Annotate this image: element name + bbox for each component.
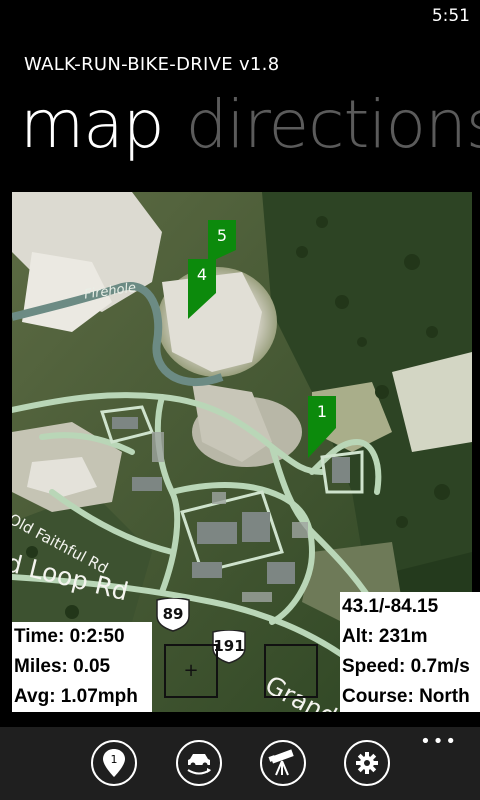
car-route-icon [187, 754, 211, 775]
route-shield-89-label: 89 [162, 605, 184, 623]
gps-speed: Speed: 0.7m/s [342, 656, 470, 677]
app-bar: ••• 1 [0, 727, 480, 800]
trip-stats-panel: Time: 0:2:50 Miles: 0.05 Avg: 1.07mph [12, 622, 152, 712]
waypoint-pin-4[interactable]: 4 [188, 259, 216, 319]
add-waypoint-button[interactable]: 1 [91, 740, 137, 786]
app-title: WALK-RUN-BIKE-DRIVE v1.8 [24, 54, 280, 75]
pivot-tab-directions[interactable]: directions [186, 86, 480, 163]
zoom-out-button[interactable] [264, 644, 318, 698]
drive-route-button[interactable] [176, 740, 222, 786]
pin-icon: 1 [103, 749, 125, 777]
waypoint-pin-1[interactable]: 1 [308, 396, 336, 458]
gps-altitude: Alt: 231m [342, 626, 428, 647]
gps-stats-panel: 43.1/-84.15 Alt: 231m Speed: 0.7m/s Cour… [340, 592, 480, 712]
status-time: 5:51 [431, 6, 470, 26]
trip-miles: Miles: 0.05 [14, 656, 111, 677]
waypoint-pin-4-label: 4 [196, 265, 208, 284]
telescope-icon [268, 749, 294, 776]
gps-coordinates: 43.1/-84.15 [342, 596, 439, 617]
pivot-tab-map[interactable]: map [20, 86, 165, 163]
trip-avg-speed: Avg: 1.07mph [14, 686, 138, 707]
pivot-header: map directions [20, 86, 480, 163]
pin-icon-number: 1 [111, 753, 118, 766]
trip-time: Time: 0:2:50 [14, 626, 125, 647]
waypoint-pin-5[interactable]: 5 [208, 220, 236, 262]
route-shield-89: 89 [154, 598, 192, 632]
gps-course: Course: North [342, 686, 470, 707]
waypoint-pin-1-label: 1 [316, 402, 328, 421]
plus-icon: + [183, 660, 199, 681]
zoom-in-button[interactable]: + [164, 644, 218, 698]
view-point-button[interactable] [260, 740, 306, 786]
more-ellipsis-button[interactable]: ••• [420, 731, 458, 752]
gear-icon [356, 752, 378, 774]
settings-button[interactable] [344, 740, 390, 786]
waypoint-pin-5-label: 5 [216, 226, 228, 245]
